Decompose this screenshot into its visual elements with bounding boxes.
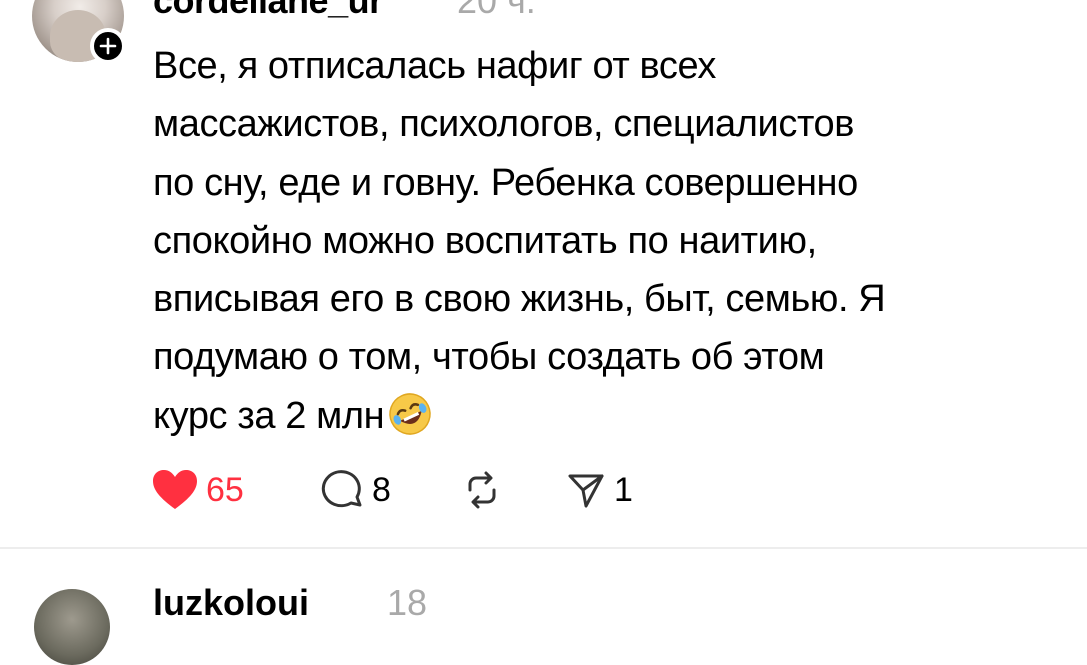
like-button[interactable]: 65 bbox=[152, 468, 244, 512]
reply-button[interactable]: 8 bbox=[318, 468, 391, 512]
divider bbox=[0, 547, 1087, 549]
comment-text: Все, я отписалась нафиг от всех массажис… bbox=[153, 37, 1063, 445]
comment-body: Все, я отписалась нафиг от всех массажис… bbox=[153, 45, 886, 437]
share-icon bbox=[568, 474, 604, 508]
heart-icon bbox=[153, 470, 197, 509]
username[interactable]: cordeliane_ur bbox=[153, 0, 383, 22]
comment-post: cordeliane_ur 20 ч. Все, я отписалась на… bbox=[0, 0, 1087, 548]
plus-icon bbox=[99, 37, 117, 55]
repost-icon bbox=[468, 471, 496, 509]
share-button[interactable]: 1 bbox=[566, 468, 633, 512]
rolling-on-floor-laughing-icon bbox=[389, 393, 431, 435]
comment-icon bbox=[321, 470, 362, 508]
reply-count: 8 bbox=[372, 470, 391, 509]
share-count: 1 bbox=[614, 470, 633, 509]
like-count: 65 bbox=[206, 470, 244, 509]
repost-button[interactable] bbox=[460, 468, 504, 512]
follow-button[interactable] bbox=[90, 28, 126, 64]
timestamp: 20 ч. bbox=[457, 0, 536, 21]
next-avatar[interactable] bbox=[34, 589, 110, 665]
next-timestamp: 18 bbox=[387, 582, 428, 623]
next-username[interactable]: luzkoloui bbox=[153, 582, 309, 624]
